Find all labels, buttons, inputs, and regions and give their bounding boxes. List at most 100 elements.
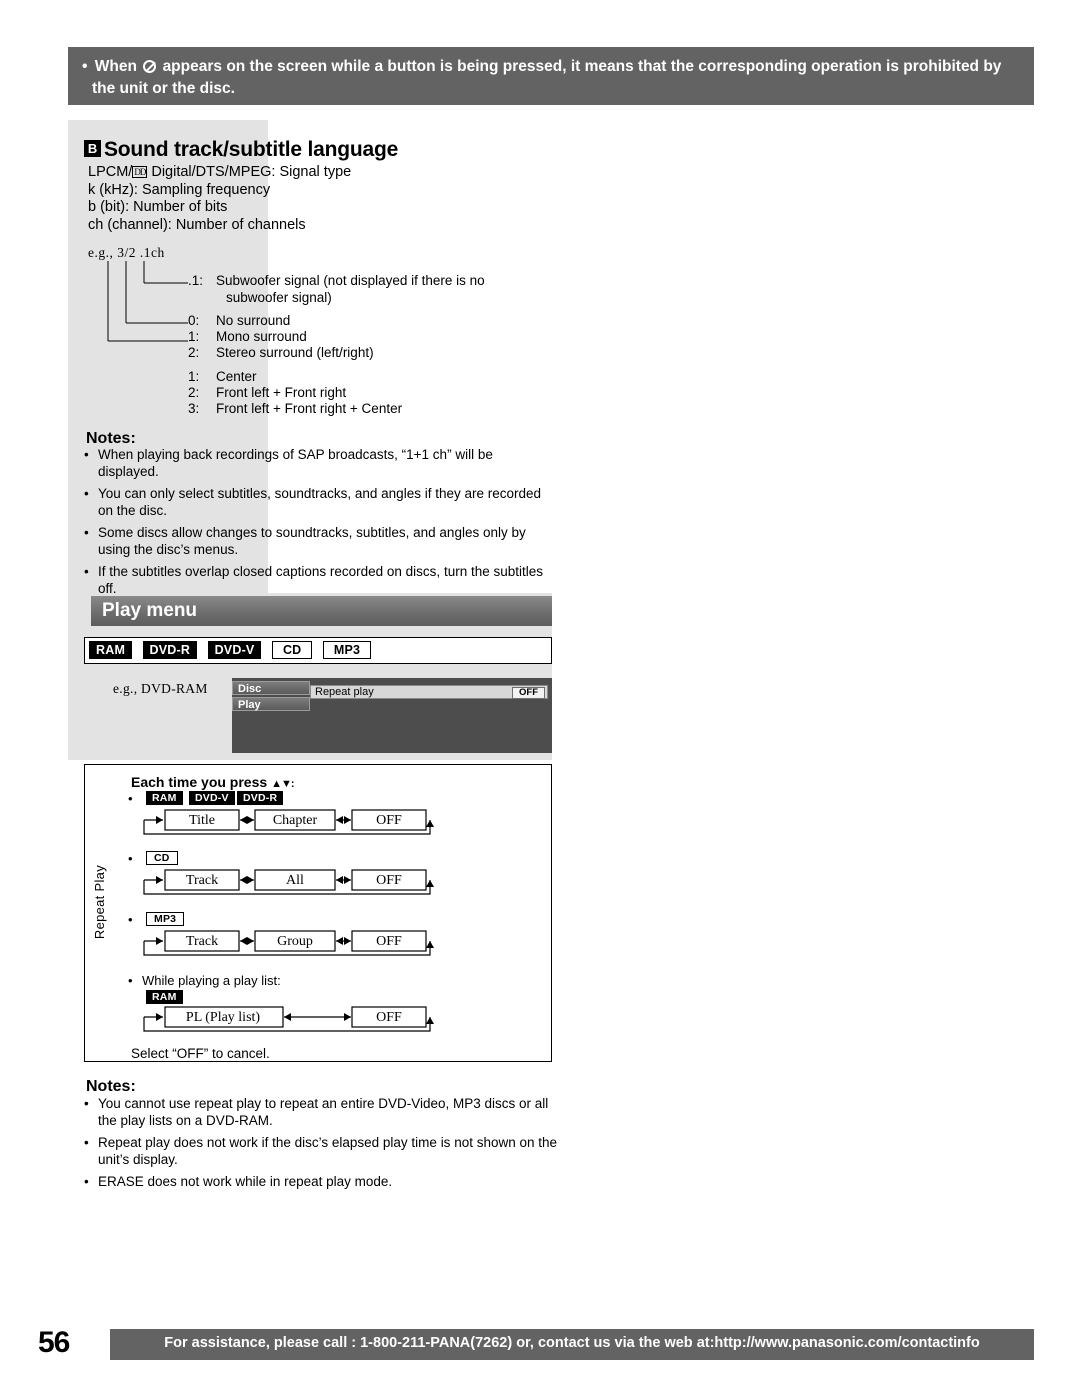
flow-step-chapter: Chapter	[272, 813, 318, 828]
bullet: •	[128, 791, 133, 806]
note-text: Repeat play does not work if the disc’s …	[98, 1135, 558, 1167]
repeat-play-heading-text: Each time you press	[131, 774, 268, 790]
note-text: If the subtitles overlap closed captions…	[98, 564, 543, 596]
section-b-heading: B Sound track/subtitle language	[84, 138, 398, 162]
section-b-tag: B	[84, 140, 101, 157]
surround-text-2: Stereo surround (left/right)	[216, 345, 374, 360]
osd-repeat-play-row[interactable]: Repeat play OFF	[310, 685, 548, 699]
front-text-0: Center	[216, 369, 257, 384]
bullet: •	[84, 1096, 89, 1111]
channel-diagram: .1: Subwoofer signal (not displayed if t…	[88, 245, 558, 425]
flow-step-off-row1: OFF	[376, 813, 402, 828]
note-item: • When playing back recordings of SAP bro…	[84, 447, 554, 480]
note-text: You can only select subtitles, soundtrac…	[98, 486, 542, 518]
media-tag-row: RAM DVD-R DVD-V CD MP3	[84, 637, 552, 664]
note-item: • You cannot use repeat play to repeat an…	[84, 1096, 564, 1129]
number-of-bits-line: b (bit): Number of bits	[88, 199, 228, 215]
osd-tab-play[interactable]: Play	[232, 697, 310, 711]
top-note-line1-prefix: When	[94, 58, 137, 75]
note-item: • Some discs allow changes to soundtracks…	[84, 525, 554, 558]
front-text-2: Front left + Front right + Center	[216, 401, 403, 416]
repeat-play-select-text: Select “OFF” to cancel.	[131, 1046, 270, 1061]
bullet: •	[82, 58, 88, 75]
osd-repeat-play-label: Repeat play	[315, 686, 374, 698]
prohibited-icon	[143, 60, 157, 73]
repeat-play-heading: Each time you press ▲▼:	[131, 774, 295, 790]
note-item: • If the subtitles overlap closed caption…	[84, 564, 554, 597]
osd-repeat-play-value[interactable]: OFF	[512, 687, 545, 699]
bullet: •	[128, 851, 133, 866]
page-number: 56	[38, 1326, 70, 1359]
bullet: •	[84, 1174, 89, 1189]
signal-type-lines: LPCM/DD Digital/DTS/MPEG: Signal type k …	[88, 164, 351, 234]
flow-step-playlist: PL (Play list)	[185, 1010, 261, 1025]
tag-ram-playlist: RAM	[146, 990, 183, 1004]
osd-tab-disc[interactable]: Disc	[232, 681, 310, 695]
surround-text-0: No surround	[216, 313, 291, 328]
notes-2-list: • You cannot use repeat play to repeat an…	[84, 1096, 564, 1197]
flow-step-off-row2: OFF	[376, 873, 402, 888]
tag-dvd-r-row1: DVD-R	[237, 791, 284, 805]
dolby-digital-logo-icon: DD	[132, 166, 148, 178]
osd-example-label: e.g., DVD-RAM	[113, 681, 208, 696]
subwoofer-text-2: subwoofer signal)	[226, 290, 332, 305]
note-item: • ERASE does not work while in repeat pla…	[84, 1174, 564, 1191]
note-text: You cannot use repeat play to repeat an …	[98, 1096, 549, 1128]
flow-step-track-row2: Track	[185, 873, 219, 888]
flow-step-group: Group	[277, 934, 313, 949]
tag-ram-row1: RAM	[146, 791, 183, 805]
subwoofer-text-1: Subwoofer signal (not displayed if there…	[216, 273, 485, 288]
top-note-bar: • When appears on the screen while a but…	[68, 47, 1034, 105]
media-tag-dvd-r: DVD-R	[142, 641, 198, 659]
front-number-2: 3:	[188, 401, 200, 416]
lpcm-label: LPCM/	[88, 164, 133, 180]
signal-type-line: LPCM/DD Digital/DTS/MPEG: Signal type	[88, 164, 351, 182]
top-note-line1: appears on the screen while a button is …	[162, 58, 1002, 75]
surround-number-0: 0:	[188, 313, 200, 328]
note-text: Some discs allow changes to soundtracks,…	[98, 525, 526, 557]
flow-step-track-row3: Track	[185, 934, 219, 949]
media-tag-cd: CD	[271, 641, 313, 659]
footer-assistance-bar: For assistance, please call : 1-800-211-…	[110, 1329, 1034, 1360]
bullet: •	[84, 525, 89, 540]
tag-cd-row2: CD	[146, 851, 178, 865]
media-tag-mp3: MP3	[322, 641, 372, 659]
flow-step-off-playlist: OFF	[376, 1010, 402, 1025]
section-b-title: Sound track/subtitle language	[104, 138, 399, 161]
repeat-play-side-label: Repeat Play	[92, 865, 107, 940]
notes-2-title: Notes:	[86, 1078, 136, 1095]
front-number-0: 1:	[188, 369, 200, 384]
bullet: •	[84, 564, 89, 579]
media-tag-dvd-v: DVD-V	[207, 641, 262, 659]
play-menu-heading: Play menu	[91, 596, 552, 626]
bullet: •	[84, 1135, 89, 1150]
subwoofer-number: .1:	[188, 273, 204, 288]
signal-type-text: Digital/DTS/MPEG: Signal type	[147, 164, 352, 180]
note-text: When playing back recordings of SAP broa…	[98, 447, 493, 479]
surround-number-1: 1:	[188, 329, 200, 344]
bullet: •	[84, 486, 89, 501]
front-number-1: 2:	[188, 385, 200, 400]
note-item: • You can only select subtitles, soundtra…	[84, 486, 554, 519]
note-text: ERASE does not work while in repeat play…	[98, 1174, 393, 1189]
top-note-line2: the unit or the disc.	[92, 80, 235, 97]
front-text-1: Front left + Front right	[216, 385, 347, 400]
surround-number-2: 2:	[188, 345, 200, 360]
note-item: • Repeat play does not work if the disc’s…	[84, 1135, 564, 1168]
sampling-frequency-line: k (kHz): Sampling frequency	[88, 181, 271, 198]
up-down-arrows-icon: ▲▼:	[271, 778, 294, 790]
bullet: •	[128, 973, 133, 988]
flow-step-all: All	[286, 873, 304, 888]
surround-text-1: Mono surround	[216, 329, 307, 344]
playlist-note: While playing a play list:	[142, 973, 281, 988]
bullet: •	[128, 912, 133, 927]
number-of-channels-line: ch (channel): Number of channels	[88, 216, 306, 233]
notes-1-list: • When playing back recordings of SAP bro…	[84, 447, 554, 603]
media-tag-ram: RAM	[89, 641, 133, 659]
tag-dvd-v-row1: DVD-V	[189, 791, 235, 805]
flow-step-title: Title	[189, 813, 215, 828]
bullet: •	[84, 447, 89, 462]
notes-1-title: Notes:	[86, 430, 136, 447]
flow-step-off-row3: OFF	[376, 934, 402, 949]
tag-mp3-row3: MP3	[146, 912, 185, 926]
